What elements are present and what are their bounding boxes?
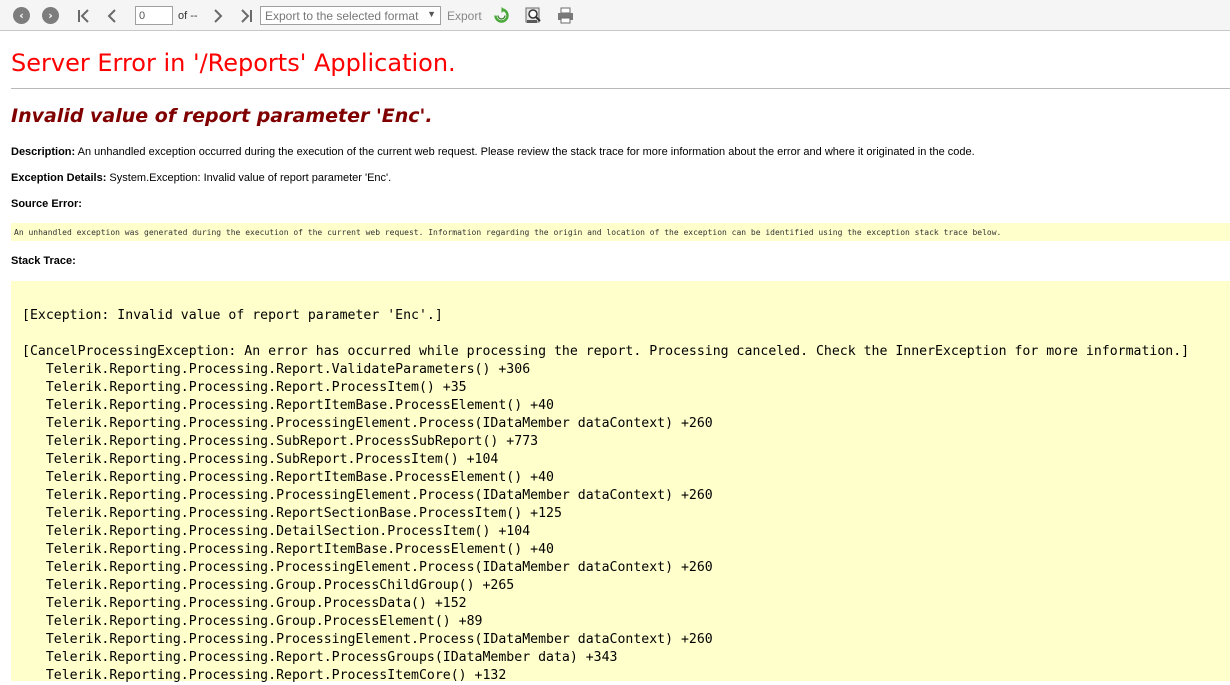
title-divider [11,88,1230,89]
stack-trace-line: Telerik.Reporting.Processing.ReportItemB… [22,470,554,485]
stack-trace-heading: Stack Trace: [11,255,76,267]
stack-trace-lines: [Exception: Invalid value of report para… [22,307,1189,685]
print-preview-button[interactable] [525,7,542,24]
source-error-heading: Source Error: [11,198,82,210]
first-page-icon [78,8,89,23]
stack-trace-line: Telerik.Reporting.Processing.ProcessingE… [22,560,713,575]
description-line: Description: An unhandled exception occu… [11,146,975,158]
stack-trace-line: Telerik.Reporting.Processing.Group.Proce… [22,596,467,611]
stack-trace-line: Telerik.Reporting.Processing.Report.Proc… [22,650,618,665]
error-page: Server Error in '/Reports' Application. … [0,31,1230,683]
page-title: Server Error in '/Reports' Application. [11,49,456,77]
description-label: Description: [11,146,76,158]
source-error-box: An unhandled exception was generated dur… [11,223,1230,241]
error-subtitle: Invalid value of report parameter 'Enc'. [11,105,433,127]
stack-trace-line: Telerik.Reporting.Processing.Report.Proc… [22,380,467,395]
stack-trace-label: Stack Trace: [11,255,76,267]
stack-trace-line: Telerik.Reporting.Processing.Report.Vali… [22,362,531,377]
stack-trace-line: Telerik.Reporting.Processing.DetailSecti… [22,524,531,539]
source-error-text: An unhandled exception was generated dur… [14,228,1002,237]
stack-trace-line: [CancelProcessingException: An error has… [22,344,1190,359]
stack-trace-line: Telerik.Reporting.Processing.ProcessingE… [22,488,713,503]
stack-trace-line: [Exception: Invalid value of report para… [22,308,443,323]
forward-arrow-icon: › [42,7,59,24]
stack-trace-line: Telerik.Reporting.Processing.Group.Proce… [22,578,515,593]
stack-trace-line: Telerik.Reporting.Processing.SubReport.P… [22,434,539,449]
stack-trace-line: Telerik.Reporting.Processing.Group.Proce… [22,614,483,629]
last-page-icon [241,8,252,23]
export-button[interactable]: Export [447,9,482,23]
next-page-button[interactable] [210,5,226,26]
previous-page-icon [107,8,116,23]
previous-page-button[interactable] [104,5,120,26]
stack-trace-line: Telerik.Reporting.Processing.ReportSecti… [22,506,562,521]
first-page-button[interactable] [74,5,94,26]
history-back-button[interactable]: ‹ [13,5,30,26]
print-preview-icon [525,7,541,23]
exception-details-text: System.Exception: Invalid value of repor… [109,172,392,184]
source-error-label: Source Error: [11,198,82,210]
stack-trace-line [22,325,1189,343]
refresh-icon [494,7,509,23]
last-page-button[interactable] [236,5,256,26]
exception-details-label: Exception Details: [11,172,107,184]
stack-trace-box: [Exception: Invalid value of report para… [11,281,1230,683]
back-arrow-icon: ‹ [13,7,30,24]
export-format-placeholder: Export to the selected format [265,9,419,23]
stack-trace-line: Telerik.Reporting.Processing.ReportItemB… [22,398,554,413]
history-forward-button[interactable]: › [42,5,59,26]
refresh-button[interactable] [493,7,510,24]
next-page-icon [214,8,223,23]
page-count-label: of -- [178,10,198,22]
stack-trace-line: Telerik.Reporting.Processing.ProcessingE… [22,632,713,647]
report-viewer-toolbar: ‹ › of -- Export to the selected format … [0,0,1230,31]
printer-icon [558,7,573,24]
chevron-down-icon: ▼ [427,9,436,19]
export-format-select[interactable]: Export to the selected format ▼ [260,6,441,25]
description-text: An unhandled exception occurred during t… [77,146,975,158]
stack-trace-line: Telerik.Reporting.Processing.ProcessingE… [22,416,713,431]
print-button[interactable] [557,7,574,24]
page-number-input[interactable] [135,6,173,25]
exception-details-line: Exception Details: System.Exception: Inv… [11,172,391,184]
stack-trace-line: Telerik.Reporting.Processing.SubReport.P… [22,452,499,467]
stack-trace-line: Telerik.Reporting.Processing.Report.Proc… [22,668,507,683]
stack-trace-line: Telerik.Reporting.Processing.ReportItemB… [22,542,554,557]
